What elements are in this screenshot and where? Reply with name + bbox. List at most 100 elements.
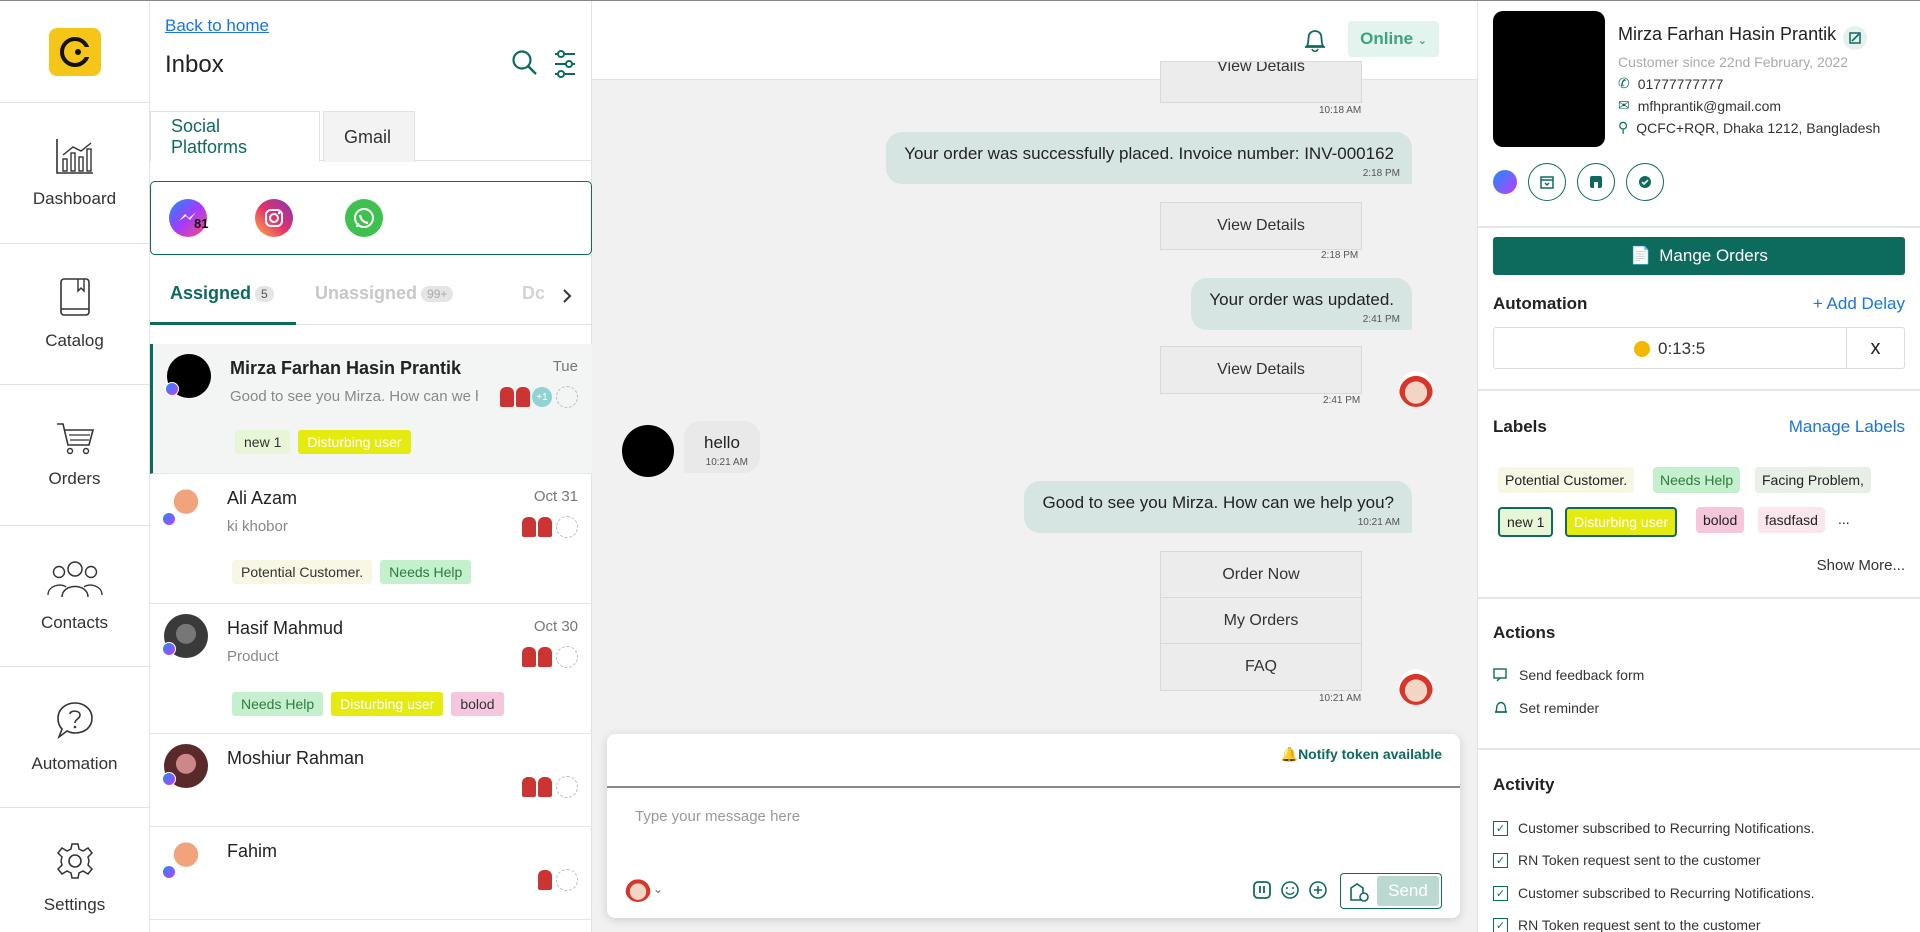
- incoming-message: hello 10:21 AM: [684, 421, 760, 473]
- contact-name: Ali Azam: [227, 488, 298, 508]
- assigned-agents: [522, 646, 578, 668]
- activity-text: Customer subscribed to Recurring Notific…: [1518, 820, 1815, 836]
- add-agent-icon[interactable]: [556, 516, 578, 538]
- chat-panel: Online ⌄ View Details 10:18 AM Your orde…: [592, 1, 1477, 932]
- add-agent-icon[interactable]: [556, 776, 578, 798]
- unassigned-count: 99+: [421, 286, 454, 303]
- chevron-right-icon[interactable]: [560, 287, 574, 305]
- conversation-item[interactable]: Hasif Mahmud Oct 30 Product Needs Help D…: [150, 604, 592, 734]
- automation-timer: 0:13:5 x: [1493, 327, 1905, 369]
- contact-channel-actions: [1493, 163, 1664, 201]
- tab-unassigned[interactable]: Unassigned 99+: [315, 283, 454, 304]
- resolve-button[interactable]: [1626, 163, 1664, 201]
- whatsapp-icon[interactable]: [345, 199, 383, 237]
- tab-gmail[interactable]: Gmail: [323, 111, 415, 162]
- template-icon[interactable]: [1347, 880, 1371, 904]
- store-icon: [1590, 176, 1602, 188]
- nav-catalog[interactable]: Catalog: [0, 244, 149, 385]
- conversation-item[interactable]: Moshiur Rahman: [150, 734, 592, 827]
- nav-contacts[interactable]: Contacts: [0, 526, 149, 667]
- emoji-icon[interactable]: [1280, 880, 1300, 900]
- nav-automation[interactable]: Automation: [0, 667, 149, 808]
- button-card: View Details: [1160, 346, 1362, 394]
- main-nav: Dashboard Catalog Orders Contacts Automa…: [0, 1, 150, 932]
- check-icon: ✓: [1493, 852, 1508, 868]
- tag: Potential Customer.: [232, 560, 373, 584]
- attachment-icon[interactable]: [1252, 880, 1272, 900]
- order-now-button[interactable]: Order Now: [1161, 552, 1361, 598]
- assignment-tabs: Assigned 5 Unassigned 99+ Dc: [150, 269, 592, 325]
- manage-labels-link[interactable]: Manage Labels: [1789, 417, 1905, 437]
- message-time: 10:21 AM: [705, 457, 748, 468]
- archive-button[interactable]: [1528, 163, 1566, 201]
- view-details-button[interactable]: View Details: [1161, 203, 1361, 249]
- back-to-home-link[interactable]: Back to home: [165, 16, 269, 36]
- bot-avatar-icon: [625, 876, 651, 902]
- instagram-icon[interactable]: [255, 199, 293, 237]
- view-details-button[interactable]: View Details: [1161, 347, 1361, 393]
- faq-button[interactable]: FAQ: [1161, 644, 1361, 690]
- nav-orders[interactable]: Orders: [0, 385, 149, 526]
- message-preview: ki khobor: [227, 518, 288, 535]
- messenger-icon[interactable]: [1493, 170, 1517, 194]
- conversation-item[interactable]: Ali Azam Oct 31 ki khobor Potential Cust…: [150, 474, 592, 604]
- message-time: 2:41 PM: [1323, 395, 1361, 406]
- my-orders-button[interactable]: My Orders: [1161, 598, 1361, 644]
- send-button[interactable]: Send: [1377, 876, 1439, 906]
- agent-avatar-icon: [538, 777, 552, 797]
- assigned-agents: [538, 869, 578, 891]
- message-input[interactable]: Type your message here: [635, 808, 800, 825]
- store-button[interactable]: [1577, 163, 1615, 201]
- assigned-count: 5: [255, 286, 274, 303]
- nav-dashboard[interactable]: Dashboard: [0, 103, 149, 244]
- assigned-agents: +1: [500, 386, 578, 408]
- message-preview: Product: [227, 648, 279, 665]
- nav-settings[interactable]: Settings: [0, 808, 149, 932]
- bell-icon: 🔔: [1280, 746, 1299, 762]
- filter-sliders-icon[interactable]: [553, 49, 577, 79]
- edit-icon[interactable]: [1842, 25, 1868, 51]
- add-reply-icon[interactable]: [1308, 880, 1328, 900]
- message-text: hello: [704, 433, 740, 452]
- message-time: 10:21 AM: [1319, 693, 1362, 704]
- archive-icon: [1540, 176, 1554, 189]
- label-tag: Potential Customer.: [1498, 467, 1635, 493]
- contact-name: Hasif Mahmud: [227, 618, 344, 638]
- inbox-panel: Back to home Inbox Social Platforms Gmai…: [150, 1, 592, 932]
- message-preview: Good to see you Mirza. How can we help y…: [230, 388, 478, 405]
- composer-divider: [607, 786, 1460, 788]
- manage-orders-button[interactable]: 📄 Mange Orders: [1493, 237, 1905, 275]
- tag: Disturbing user: [298, 430, 411, 454]
- app-logo[interactable]: [0, 1, 149, 103]
- add-agent-icon[interactable]: [556, 646, 578, 668]
- tab-assigned[interactable]: Assigned 5: [170, 283, 274, 304]
- message-time: 2:41 PM: [1362, 314, 1400, 325]
- tab-social-platforms[interactable]: Social Platforms: [150, 111, 320, 162]
- bell-icon[interactable]: [1303, 27, 1327, 53]
- set-reminder-action[interactable]: Set reminder: [1493, 700, 1599, 716]
- add-agent-icon[interactable]: [556, 869, 578, 891]
- customer-avatar: [622, 425, 674, 477]
- gear-icon: [56, 843, 93, 879]
- notify-token-button[interactable]: 🔔Notify token available: [1281, 746, 1442, 763]
- logo-icon: [48, 27, 101, 76]
- sender-avatar-dropdown[interactable]: ⌄: [625, 876, 663, 902]
- agent-avatar-icon: [538, 870, 552, 890]
- conversation-item[interactable]: Mirza Farhan Hasin Prantik Tue Good to s…: [150, 344, 592, 474]
- show-more-link[interactable]: Show More...: [1817, 557, 1905, 574]
- message-text: Your order was updated.: [1209, 290, 1394, 309]
- search-icon[interactable]: [511, 49, 539, 77]
- send-feedback-action[interactable]: Send feedback form: [1493, 667, 1644, 683]
- tab-assigned-label: Assigned: [170, 283, 252, 303]
- outgoing-message: Good to see you Mirza. How can we help y…: [1024, 481, 1412, 533]
- remove-delay-button[interactable]: x: [1846, 328, 1904, 368]
- assigned-agents: [522, 516, 578, 538]
- conversation-item[interactable]: Fahim: [150, 827, 592, 920]
- email-address: mfhprantik@gmail.com: [1637, 97, 1782, 114]
- add-agent-icon[interactable]: [556, 386, 578, 408]
- view-details-button[interactable]: View Details: [1161, 62, 1361, 100]
- timer-value: 0:13:5: [1658, 339, 1706, 358]
- tab-done[interactable]: Dc: [522, 283, 544, 304]
- online-status-dropdown[interactable]: Online ⌄: [1348, 21, 1439, 57]
- add-delay-link[interactable]: + Add Delay: [1813, 294, 1905, 314]
